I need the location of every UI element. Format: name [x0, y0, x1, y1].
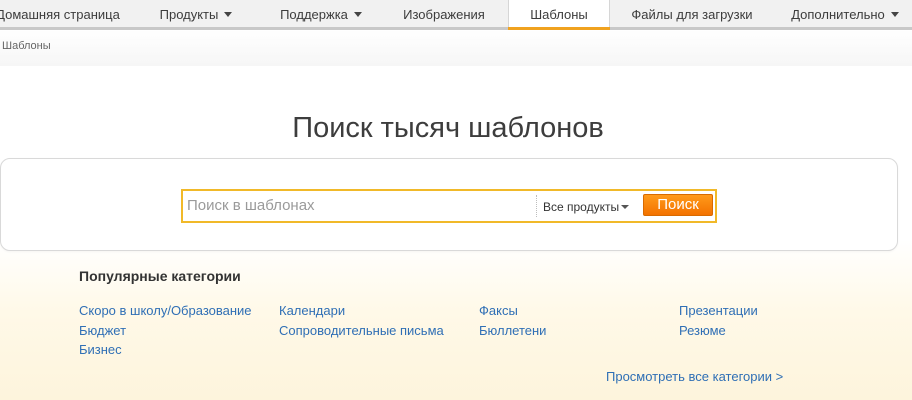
category-link[interactable]: Бюджет	[79, 323, 126, 338]
nav-item-home[interactable]: Домашняя страница	[0, 0, 120, 27]
search-panel: Все продукты Поиск	[0, 158, 898, 251]
category-link[interactable]: Бюллетени	[479, 323, 546, 338]
category-link[interactable]: Резюме	[679, 323, 726, 338]
search-input[interactable]	[187, 193, 527, 217]
list-item: Резюме	[679, 321, 758, 341]
category-link[interactable]: Скоро в школу/Образование	[79, 303, 252, 318]
category-link[interactable]: Презентации	[679, 303, 758, 318]
nav-item-support[interactable]: Поддержка	[266, 0, 376, 27]
top-navigation: Домашняя страница Продукты Поддержка Изо…	[0, 0, 912, 30]
nav-item-label: Продукты	[159, 7, 219, 22]
breadcrumb-bar	[0, 30, 912, 66]
chevron-down-icon	[621, 205, 630, 209]
category-column: Презентации Резюме	[679, 301, 758, 340]
nav-item-label: Домашняя страница	[0, 7, 120, 22]
view-all-categories-link[interactable]: Просмотреть все категории >	[606, 369, 783, 384]
search-button[interactable]: Поиск	[643, 194, 713, 216]
nav-item-label: Дополнительно	[791, 7, 885, 22]
list-item: Бюджет	[79, 321, 252, 341]
category-link[interactable]: Календари	[279, 303, 345, 318]
chevron-down-icon	[890, 12, 899, 17]
list-item: Бюллетени	[479, 321, 546, 341]
nav-item-downloads[interactable]: Файлы для загрузки	[624, 0, 760, 27]
list-item: Календари	[279, 301, 444, 321]
nav-item-label: Шаблоны	[530, 7, 588, 22]
nav-item-label: Файлы для загрузки	[631, 7, 753, 22]
chevron-down-icon	[353, 12, 362, 17]
chevron-down-icon	[224, 12, 233, 17]
list-item: Презентации	[679, 301, 758, 321]
category-column: Факсы Бюллетени	[479, 301, 546, 340]
category-link[interactable]: Факсы	[479, 303, 518, 318]
nav-item-images[interactable]: Изображения	[392, 0, 496, 27]
nav-item-label: Изображения	[403, 7, 485, 22]
nav-item-more[interactable]: Дополнительно	[782, 0, 908, 27]
category-link[interactable]: Бизнес	[79, 342, 122, 357]
page-title: Поиск тысяч шаблонов	[292, 112, 604, 144]
category-column: Скоро в школу/Образование Бюджет Бизнес	[79, 301, 252, 360]
categories-heading: Популярные категории	[79, 268, 241, 284]
product-filter-label: Все продукты	[543, 200, 620, 214]
list-item: Сопроводительные письма	[279, 321, 444, 341]
list-item: Бизнес	[79, 340, 252, 360]
nav-item-products[interactable]: Продукты	[140, 0, 252, 27]
category-link[interactable]: Сопроводительные письма	[279, 323, 444, 338]
category-column: Календари Сопроводительные письма	[279, 301, 444, 340]
product-filter-dropdown[interactable]: Все продукты	[536, 195, 630, 217]
nav-item-templates[interactable]: Шаблоны	[508, 0, 610, 27]
search-box: Все продукты Поиск	[181, 189, 717, 223]
nav-item-label: Поддержка	[280, 7, 348, 22]
list-item: Факсы	[479, 301, 546, 321]
list-item: Скоро в школу/Образование	[79, 301, 252, 321]
breadcrumb[interactable]: Шаблоны	[2, 40, 51, 52]
